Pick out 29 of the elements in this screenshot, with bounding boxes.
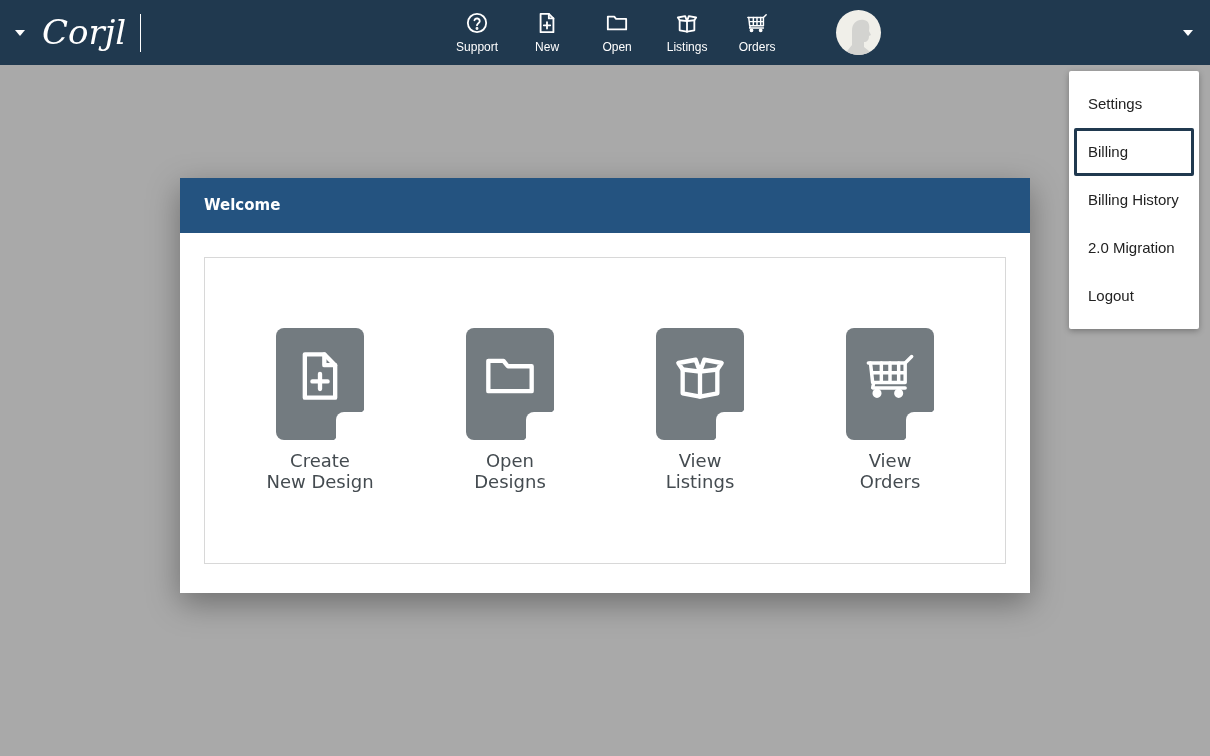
dialog-title: Welcome [204,195,281,217]
tile-label[interactable]: Designs [474,471,546,492]
tile-label[interactable]: View [868,450,912,471]
tile-label[interactable]: Listings [665,471,735,492]
avatar[interactable] [836,10,882,55]
nav-button[interactable]: New [512,9,583,56]
menu-item[interactable]: Billing [1074,128,1194,176]
caret-icon[interactable] [1182,29,1194,36]
cart-icon [746,11,769,34]
nav-button[interactable]: Support [442,9,513,56]
document-tile-drawing[interactable] [846,328,934,440]
menu-item[interactable]: Logout [1074,272,1194,320]
nav-button[interactable]: Open [582,9,653,56]
menu-item[interactable]: 2.0 Migration [1074,224,1194,272]
tile-label[interactable]: New Design [266,471,374,492]
tile-label[interactable]: Open [485,450,535,471]
tile-label[interactable]: Orders [859,471,921,492]
caret-icon[interactable] [14,29,26,36]
tile-label[interactable]: View [678,450,722,471]
help-icon [466,11,489,34]
nav-button[interactable]: Listings [652,9,723,56]
menu-item[interactable]: Billing History [1074,176,1194,224]
document-tile-drawing[interactable] [276,328,364,440]
logo[interactable]: Corjl [42,7,127,58]
document-tile-drawing[interactable] [656,328,744,440]
menu-item[interactable]: Settings [1074,80,1194,128]
document-tile-drawing[interactable] [466,328,554,440]
tile-label[interactable]: Create [290,450,350,471]
nav-button[interactable]: Orders [722,9,793,56]
